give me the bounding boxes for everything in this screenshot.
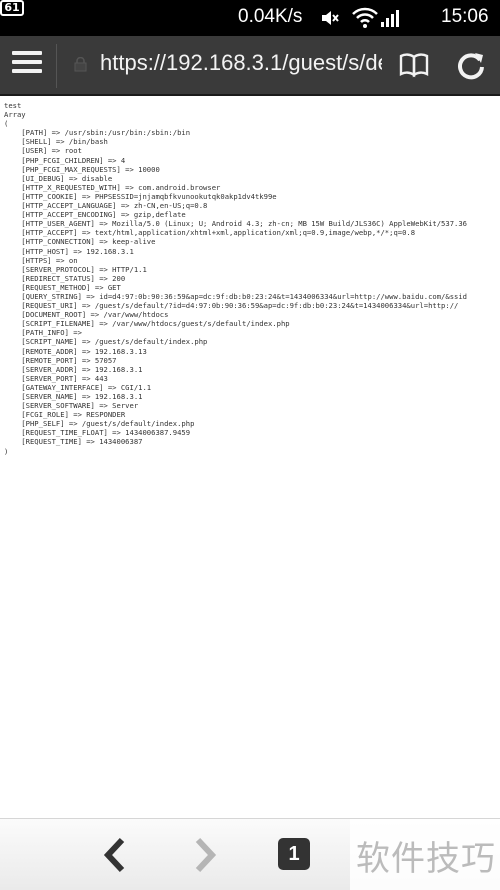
status-bar: 0.04K/s 61 15:06 (0, 0, 500, 36)
text-line: [REDIRECT_STATUS] => 200 (4, 273, 126, 283)
toolbar-divider (56, 44, 57, 88)
text-line: [SERVER_NAME] => 192.168.3.1 (4, 392, 143, 401)
menu-button[interactable] (12, 51, 42, 81)
text-line: [HTTP_X_REQUESTED_WITH] => com.android.b… (4, 182, 221, 192)
text-line: [USER] => root (4, 146, 82, 156)
text-line: [SCRIPT_NAME] => /guest/s/default/index.… (4, 337, 208, 347)
wifi-icon (352, 7, 378, 28)
address-bar[interactable]: https://192.168.3.1/guest/s/default/inde… (100, 50, 382, 76)
text-line: ) (4, 446, 9, 456)
watermark-text: 软件技巧 (356, 839, 496, 879)
text-line: [REQUEST_TIME] => 1434006387 (4, 437, 143, 447)
text-line: [SCRIPT_FILENAME] => /var/www/htdocs/gue… (4, 319, 290, 329)
php-array-dump: test Array( [PATH] => /usr/sbin:/usr/bin:… (0, 97, 500, 456)
text-line: [HTTP_HOST] => 192.168.3.1 (4, 246, 134, 256)
text-line: [PHP_FCGI_CHILDREN] => 4 (4, 155, 126, 165)
text-line: [SERVER_SOFTWARE] => Server (4, 401, 139, 411)
web-page-content[interactable]: test Array( [PATH] => /usr/sbin:/usr/bin:… (0, 97, 500, 817)
mute-icon (322, 11, 339, 25)
text-line: [HTTP_ACCEPT_LANGUAGE] => zh-CN,en-US;q=… (4, 201, 208, 211)
text-line: [PHP_SELF] => /guest/s/default/index.php (4, 419, 195, 429)
text-line: [SHELL] => /bin/bash (4, 137, 108, 147)
watermark: 软件技巧 (350, 819, 500, 890)
text-line: ( (4, 119, 9, 129)
text-line: [PATH_INFO] => (4, 328, 82, 338)
text-line: [SERVER_PROTOCOL] => HTTP/1.1 (4, 264, 147, 274)
text-line: [PATH] => /usr/sbin:/usr/bin:/sbin:/bin (4, 128, 191, 138)
text-line: [HTTP_COOKIE] => PHPSESSID=jnjamqbfkvuno… (4, 191, 277, 201)
clock: 15:06 (441, 6, 489, 27)
text-line: [UI_DEBUG] => disable (4, 173, 113, 183)
text-line: [DOCUMENT_ROOT] => /var/www/htdocs (4, 310, 169, 320)
text-line: [REMOTE_ADDR] => 192.168.3.13 (4, 346, 147, 356)
text-line: [REQUEST_METHOD] => GET (4, 282, 121, 292)
text-line: [HTTP_USER_AGENT] => Mozilla/5.0 (Linux;… (4, 219, 468, 229)
network-speed: 0.04K/s (238, 6, 303, 27)
text-line: [HTTP_CONNECTION] => keep-alive (4, 237, 156, 247)
menu-icon (12, 51, 42, 55)
text-line: [REQUEST_TIME_FLOAT] => 1434006387.9459 (4, 428, 191, 438)
text-line: test (4, 101, 22, 110)
chevron-right-icon[interactable] (190, 837, 220, 873)
text-line: [REQUEST_URI] => /guest/s/default/?id=d4… (4, 301, 459, 311)
browser-toolbar: https://192.168.3.1/guest/s/default/inde… (0, 36, 500, 96)
text-line: [REMOTE_PORT] => 57057 (4, 355, 117, 365)
text-line: [SERVER_ADDR] => 192.168.3.1 (4, 364, 143, 374)
text-line: [SERVER_PORT] => 443 (4, 373, 108, 383)
text-line: [HTTPS] => on (4, 255, 78, 265)
signal-icon (381, 10, 399, 27)
text-line: [HTTP_ACCEPT_ENCODING] => gzip,deflate (4, 210, 186, 220)
battery-icon: 61 (0, 0, 24, 16)
tabs-count-button[interactable]: 1 (278, 838, 310, 870)
text-line: [HTTP_ACCEPT] => text/html,application/x… (4, 228, 416, 238)
text-line: [QUERY_STRING] => id=d4:97:0b:90:36:59&a… (4, 291, 468, 301)
text-line: [FCGI_ROLE] => RESPONDER (4, 410, 126, 420)
text-line: [PHP_FCGI_MAX_REQUESTS] => 10000 (4, 164, 160, 174)
chevron-left-icon[interactable] (100, 837, 130, 873)
reload-icon[interactable] (456, 50, 486, 80)
text-line: Array (4, 110, 26, 120)
bookmark-book-icon[interactable] (399, 52, 429, 78)
browser-bottom-bar: 1 软件技巧 (0, 818, 500, 890)
lock-icon (74, 57, 87, 72)
text-line: [GATEWAY_INTERFACE] => CGI/1.1 (4, 382, 152, 392)
